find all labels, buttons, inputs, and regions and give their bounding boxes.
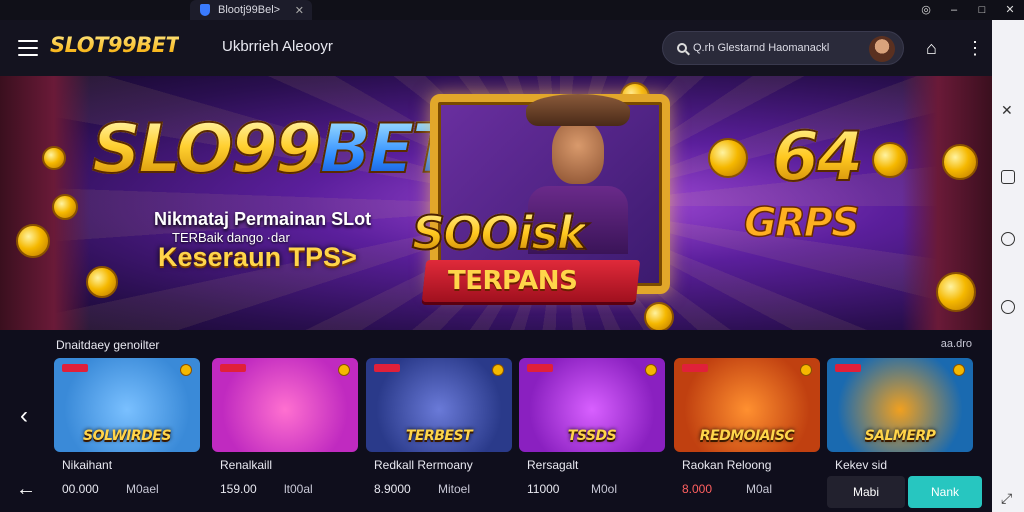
- coin-icon: [52, 194, 78, 220]
- game-unit: M0al: [746, 482, 773, 496]
- tab-close-icon[interactable]: ✕: [295, 4, 304, 17]
- tab-title: Blootj99Bel>: [218, 4, 281, 16]
- coin-icon: [645, 364, 657, 376]
- clock-icon[interactable]: [1001, 232, 1015, 246]
- coin-icon: [42, 146, 66, 170]
- coin-icon: [708, 138, 748, 178]
- hero-tagline: Nikmataj Permainan SLot: [154, 209, 372, 229]
- browser-titlebar: Blootj99Bel> ✕ ◎ – □ ✕: [0, 0, 1024, 20]
- hot-badge: [527, 364, 553, 372]
- coin-icon: [492, 364, 504, 376]
- game-card[interactable]: TERBEST: [366, 358, 512, 452]
- game-card-label: SOLWIRDES: [83, 428, 171, 444]
- game-name[interactable]: Redkall Rermoany: [374, 458, 473, 472]
- expand-icon[interactable]: ⤢: [1001, 490, 1015, 506]
- more-vertical-icon[interactable]: ⋮: [966, 38, 984, 59]
- search-icon: [677, 43, 687, 53]
- game-unit: M0ael: [126, 482, 159, 496]
- game-unit: Mitoel: [438, 482, 471, 496]
- coin-icon: [86, 266, 118, 298]
- avatar[interactable]: [869, 36, 895, 62]
- game-card-label: REDMOIAISC: [699, 428, 795, 444]
- game-name[interactable]: Renalkaill: [220, 458, 272, 472]
- browser-tab[interactable]: Blootj99Bel> ✕: [190, 0, 312, 20]
- game-amount: 11000: [527, 482, 560, 496]
- game-name[interactable]: Nikaihant: [62, 458, 112, 472]
- game-card[interactable]: [212, 358, 358, 452]
- hero-title: SLO99BET: [91, 110, 459, 189]
- game-card[interactable]: SALMERP: [827, 358, 973, 452]
- coin-icon: [953, 364, 965, 376]
- game-card[interactable]: TSSDS: [519, 358, 665, 452]
- coin-icon: [800, 364, 812, 376]
- game-amount: 8.000: [682, 482, 713, 496]
- coin-icon: [16, 224, 50, 258]
- game-card-label: TSSDS: [567, 428, 617, 444]
- browser-side-rail: ✕ ⤢: [992, 20, 1024, 512]
- section-title: Dnaitdaey genoilter: [56, 338, 160, 352]
- bookmark-icon[interactable]: [1001, 170, 1015, 184]
- game-name[interactable]: Raokan Reloong: [682, 458, 771, 472]
- coin-icon: [936, 272, 976, 312]
- info-icon[interactable]: [1001, 300, 1015, 314]
- game-card-label: SALMERP: [864, 428, 936, 444]
- hot-badge: [220, 364, 246, 372]
- game-amount: 159.00: [220, 482, 257, 496]
- promo-side-text: GRPS: [743, 199, 860, 247]
- coin-icon: [180, 364, 192, 376]
- site-header: SLOT99BET Ukbrrieh Aleooyr Q.rh Glestarn…: [0, 20, 992, 76]
- close-icon[interactable]: ✕: [1001, 102, 1015, 118]
- coin-icon: [338, 364, 350, 376]
- menu-icon[interactable]: [18, 40, 38, 56]
- search-text: Q.rh Glestarnd Haomanackl: [693, 42, 830, 54]
- game-amount: 8.9000: [374, 482, 411, 496]
- back-arrow-icon[interactable]: ←: [16, 478, 36, 501]
- games-section: Dnaitdaey genoilter aa.dro ‹ ← SOLWIRDES…: [0, 330, 992, 512]
- ribbon-text: TERPANS: [448, 266, 578, 296]
- game-unit: M0ol: [591, 482, 618, 496]
- search-input[interactable]: Q.rh Glestarnd Haomanackl: [662, 31, 904, 65]
- hero-cta-text: Keseraun TPS>: [158, 242, 357, 272]
- secondary-button[interactable]: Mabi: [827, 476, 905, 508]
- settings-icon[interactable]: ◎: [912, 0, 940, 20]
- hot-badge: [374, 364, 400, 372]
- see-all-link[interactable]: aa.dro: [941, 338, 972, 350]
- nav-link[interactable]: Ukbrrieh Aleooyr: [222, 38, 333, 55]
- window-controls: ◎ – □ ✕: [912, 0, 1024, 20]
- game-name[interactable]: Kekev sid: [835, 458, 887, 472]
- carousel-prev-icon[interactable]: ‹: [20, 402, 28, 430]
- hot-badge: [835, 364, 861, 372]
- close-icon[interactable]: ✕: [996, 0, 1024, 20]
- hot-badge: [62, 364, 88, 372]
- promo-number: 64: [771, 117, 865, 198]
- game-card-label: TERBEST: [405, 428, 473, 444]
- site-logo[interactable]: SLOT99BET: [50, 33, 180, 57]
- coin-icon: [872, 142, 908, 178]
- game-unit: lt00al: [284, 482, 313, 496]
- game-name[interactable]: Rersagalt: [527, 458, 578, 472]
- hot-badge: [682, 364, 708, 372]
- game-card[interactable]: SOLWIRDES: [54, 358, 200, 452]
- shield-icon: [200, 4, 210, 16]
- maximize-icon[interactable]: □: [968, 0, 996, 20]
- primary-button[interactable]: Nank: [908, 476, 982, 508]
- home-icon[interactable]: ⌂: [926, 38, 937, 59]
- game-card[interactable]: REDMOIAISC: [674, 358, 820, 452]
- coin-icon: [644, 302, 674, 330]
- hero-banner[interactable]: SLO99BET Nikmataj Permainan SLot TERBaik…: [0, 76, 992, 330]
- coin-icon: [942, 144, 978, 180]
- game-amount: 00.000: [62, 482, 99, 496]
- promo-text: SOOisk: [411, 205, 588, 261]
- minimize-icon[interactable]: –: [940, 0, 968, 20]
